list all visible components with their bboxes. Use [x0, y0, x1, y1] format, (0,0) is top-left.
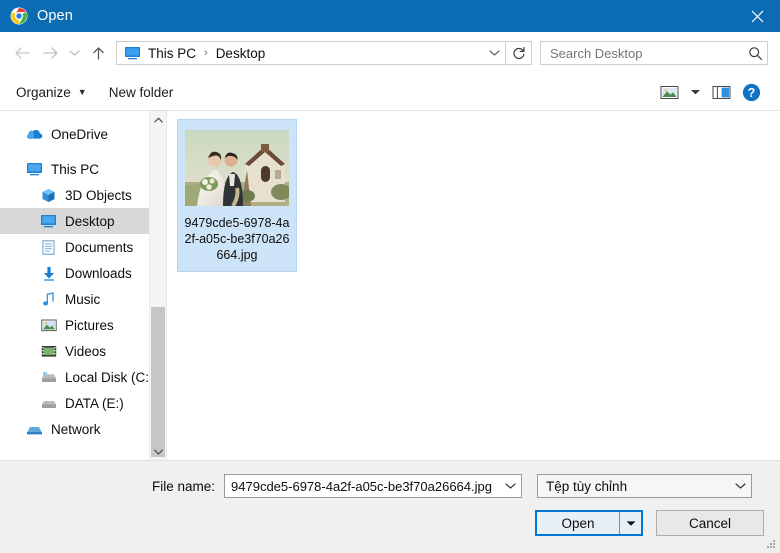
organize-button[interactable]: Organize ▼	[16, 85, 87, 100]
view-mode-icon[interactable]	[654, 79, 684, 105]
command-toolbar: Organize ▼ New folder ?	[0, 74, 780, 110]
breadcrumb-item-desktop[interactable]: Desktop	[216, 46, 266, 61]
sidebar-item-label: Desktop	[65, 213, 115, 229]
help-icon[interactable]: ?	[736, 79, 766, 105]
sidebar-item-label: Network	[51, 421, 101, 437]
navigation-bar: This PC › Desktop	[0, 32, 780, 74]
sidebar-item-desktop[interactable]: Desktop	[0, 208, 166, 234]
this-pc-icon	[26, 161, 43, 177]
sidebar-item-downloads[interactable]: Downloads	[0, 260, 166, 286]
sidebar-item-label: Pictures	[65, 317, 114, 333]
sidebar-scrollbar[interactable]	[149, 111, 166, 460]
desktop-icon	[40, 213, 57, 229]
scroll-up-icon[interactable]	[150, 111, 166, 128]
window-title: Open	[37, 8, 73, 24]
new-folder-label: New folder	[108, 84, 174, 100]
cancel-button-label: Cancel	[688, 515, 732, 531]
dialog-buttons: Open Cancel	[0, 498, 780, 536]
file-name-label: 9479cde5-6978-4a2f-a05c-be3f70a26664.jpg	[184, 216, 290, 262]
file-type-combobox[interactable]: Tệp tùy chỉnh	[537, 474, 753, 498]
open-file-dialog: Open This PC › Desktop Search Desktop Or…	[0, 0, 780, 553]
new-folder-button[interactable]: New folder	[109, 85, 174, 100]
sidebar-item-label: This PC	[51, 161, 100, 177]
sidebar-item-label: DATA (E:)	[65, 395, 124, 411]
refresh-icon[interactable]	[506, 41, 532, 65]
sidebar-item-local-disk-c[interactable]: Local Disk (C:)	[0, 364, 166, 390]
breadcrumb[interactable]: This PC › Desktop	[116, 41, 506, 65]
sidebar-item-label: Downloads	[65, 265, 132, 281]
breadcrumb-chevron-down-icon[interactable]	[483, 49, 505, 57]
svg-text:?: ?	[747, 86, 755, 100]
this-pc-icon	[124, 46, 141, 60]
file-name-input[interactable]	[225, 478, 500, 494]
open-button-label: Open	[561, 515, 595, 531]
sidebar-item-music[interactable]: Music	[0, 286, 166, 312]
music-icon	[40, 291, 57, 307]
up-arrow-icon[interactable]	[84, 38, 112, 68]
open-button[interactable]: Open	[535, 510, 643, 536]
documents-icon	[40, 239, 57, 255]
sidebar-item-label: 3D Objects	[65, 187, 132, 203]
forward-arrow-icon[interactable]	[36, 38, 64, 68]
sidebar-item-pictures[interactable]: Pictures	[0, 312, 166, 338]
drive-icon	[40, 395, 57, 411]
view-mode-caret-down-icon[interactable]	[684, 79, 706, 105]
organize-caret-down-icon: ▼	[77, 86, 87, 97]
sidebar-item-label: Videos	[65, 343, 107, 359]
sidebar-item-network[interactable]: Network	[0, 416, 166, 442]
search-box[interactable]	[540, 41, 768, 65]
cancel-button[interactable]: Cancel	[656, 510, 764, 536]
resize-grip-icon[interactable]	[765, 538, 777, 550]
sidebar-item-label: OneDrive	[51, 126, 109, 142]
sidebar-item-onedrive[interactable]: OneDrive	[0, 121, 166, 147]
dialog-body: OneDrive This PC 3D Objects Desktop Docu…	[0, 110, 780, 460]
videos-icon	[40, 343, 57, 359]
back-arrow-icon[interactable]	[8, 38, 36, 68]
3d-objects-icon	[40, 187, 57, 203]
breadcrumb-item-this-pc[interactable]: This PC	[148, 46, 196, 61]
scroll-down-icon[interactable]	[150, 443, 166, 460]
downloads-icon	[40, 265, 57, 281]
scrollbar-thumb[interactable]	[151, 307, 165, 457]
network-icon	[26, 421, 43, 437]
file-name-field-label: File name:	[152, 478, 216, 494]
organize-label: Organize	[16, 84, 71, 100]
dialog-footer: File name: Tệp tùy chỉnh	[0, 460, 780, 553]
search-input[interactable]	[541, 45, 743, 61]
preview-pane-icon[interactable]	[706, 79, 736, 105]
sidebar-item-data-e[interactable]: DATA (E:)	[0, 390, 166, 416]
title-bar: Open	[0, 0, 780, 32]
onedrive-icon	[26, 126, 43, 142]
sidebar-item-label: Music	[65, 291, 101, 307]
file-type-value: Tệp tùy chỉnh	[546, 478, 628, 494]
sidebar-item-3d-objects[interactable]: 3D Objects	[0, 182, 166, 208]
close-icon[interactable]	[734, 0, 780, 32]
sidebar-item-this-pc[interactable]: This PC	[0, 156, 166, 182]
search-icon[interactable]	[743, 46, 767, 61]
sidebar-item-documents[interactable]: Documents	[0, 234, 166, 260]
file-type-chevron-down-icon[interactable]	[729, 482, 751, 490]
chrome-icon	[10, 7, 28, 25]
wedding-photo-thumbnail	[185, 130, 289, 206]
open-split-caret-down-icon[interactable]	[619, 512, 641, 534]
navigation-sidebar: OneDrive This PC 3D Objects Desktop Docu…	[0, 111, 166, 460]
recent-locations-chevron-down-icon[interactable]	[64, 38, 84, 68]
breadcrumb-separator: ›	[204, 47, 208, 59]
file-item[interactable]: 9479cde5-6978-4a2f-a05c-be3f70a26664.jpg	[177, 119, 297, 272]
sidebar-item-label: Documents	[65, 239, 134, 255]
sidebar-item-label: Local Disk (C:)	[65, 369, 154, 385]
file-list-pane[interactable]: 9479cde5-6978-4a2f-a05c-be3f70a26664.jpg	[166, 111, 780, 460]
file-name-combobox[interactable]	[224, 474, 523, 498]
sidebar-item-videos[interactable]: Videos	[0, 338, 166, 364]
file-name-row: File name: Tệp tùy chỉnh	[0, 461, 780, 498]
drive-icon	[40, 369, 57, 385]
file-name-chevron-down-icon[interactable]	[499, 482, 521, 490]
pictures-icon	[40, 317, 57, 333]
